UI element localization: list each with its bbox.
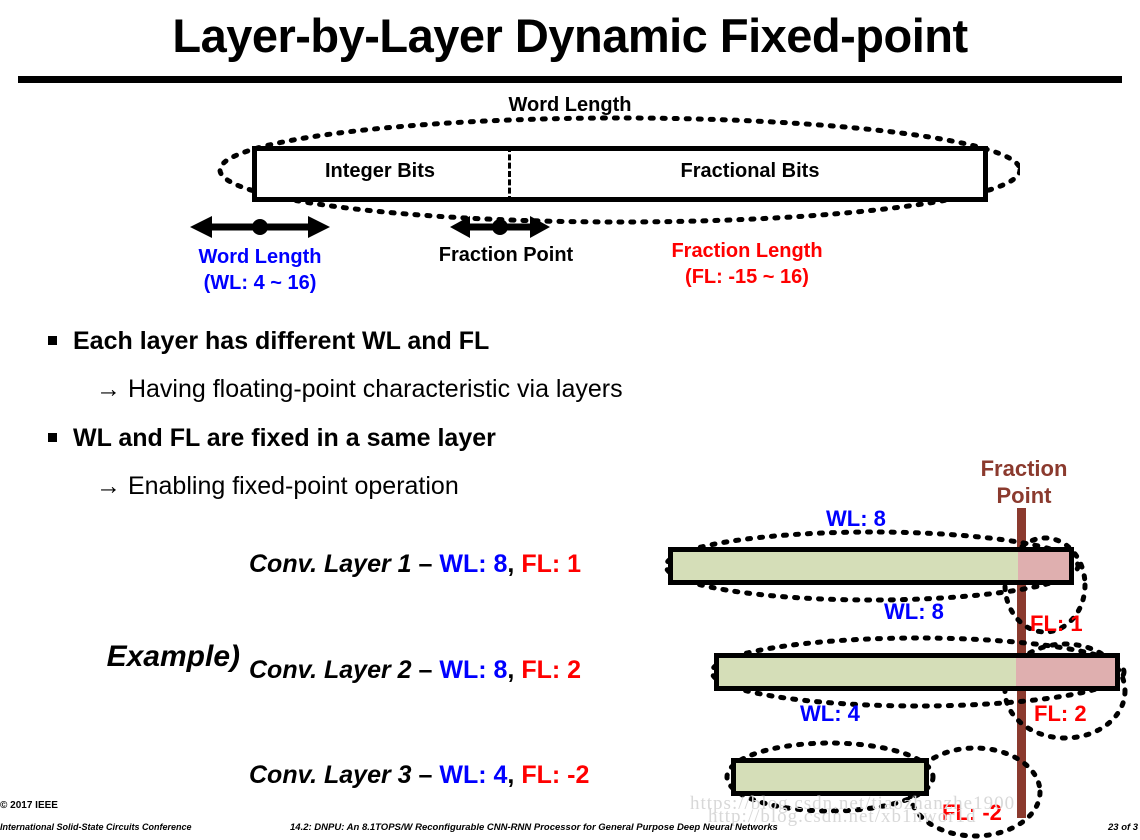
fraction-point-divider (508, 146, 511, 202)
fraction-length-caption-line1: Fraction Length (671, 240, 823, 262)
bar-row-3 (731, 758, 929, 796)
conv-layer-2-dash: – (411, 656, 440, 684)
fraction-length-range-caption: Fraction Length (FL: -15 ~ 16) (622, 238, 872, 290)
conv-layer-3-comma: , (507, 761, 522, 789)
conv-layer-2-wl: WL: 8 (439, 656, 508, 684)
conv-layer-1-comma: , (507, 550, 522, 578)
integer-bits-label: Integer Bits (324, 160, 436, 182)
page-title: Layer-by-Layer Dynamic Fixed-point (172, 9, 968, 62)
conv-layer-3-line: Conv. Layer 3 – WL: 4, FL: -2 (249, 761, 589, 790)
conv-layer-1-fl: FL: 1 (521, 550, 582, 578)
bar-row-2 (714, 653, 1120, 691)
bar-2-wl-tag: WL: 8 (884, 599, 944, 624)
bar-1-fraction-part (1017, 552, 1069, 580)
conv-layer-3-wl: WL: 4 (439, 761, 508, 789)
fraction-point-title-line2: Point (996, 483, 1052, 508)
bar-3-wl-tag: WL: 4 (800, 701, 860, 726)
bar-2-integer-part (719, 658, 1016, 686)
conv-layer-1-dash: – (411, 550, 440, 578)
bullet-item-3-text: WL and FL are fixed in a same layer (73, 424, 496, 452)
conv-layer-3-fl: FL: -2 (521, 761, 590, 789)
word-length-caption-line1: Word Length (198, 246, 322, 268)
example-label: Example) (106, 640, 240, 673)
fraction-point-title-line1: Fraction (980, 456, 1068, 481)
bullet-item-1-text: Each layer has different WL and FL (73, 327, 490, 355)
conv-layer-3-dash: – (411, 761, 440, 789)
word-length-caption-line2: (WL: 4 ~ 16) (203, 272, 317, 294)
bar-1-wl-tag: WL: 8 (826, 506, 886, 531)
conv-layer-1-line: Conv. Layer 1 – WL: 8, FL: 1 (249, 550, 581, 579)
bar-3-integer-part (736, 763, 924, 791)
fraction-length-caption-line2: (FL: -15 ~ 16) (685, 266, 809, 288)
bar-row-1 (668, 547, 1074, 585)
bullet-square-icon (48, 432, 57, 442)
fractional-bits-label: Fractional Bits (680, 160, 820, 182)
bar-2-fraction-part (1016, 658, 1115, 686)
conv-layer-1-wl: WL: 8 (439, 550, 508, 578)
bullet-square-icon (48, 335, 57, 345)
bar-1-integer-part (673, 552, 1018, 580)
bullet-item-2: → Having floating-point characteristic v… (96, 375, 623, 403)
title-divider (18, 76, 1122, 83)
conv-layer-2-name: Conv. Layer 2 (249, 656, 412, 684)
word-length-range-caption: Word Length (WL: 4 ~ 16) (140, 244, 380, 296)
word-length-arrow-icon (190, 216, 330, 238)
conv-layer-1-name: Conv. Layer 1 (249, 550, 412, 578)
bar-1-fl-tag: FL: 1 (1030, 611, 1083, 636)
conv-layer-2-line: Conv. Layer 2 – WL: 8, FL: 2 (249, 656, 581, 685)
bullet-item-3: WL and FL are fixed in a same layer (48, 424, 496, 453)
bullet-item-1: Each layer has different WL and FL (48, 327, 489, 356)
fraction-point-arrow-icon (450, 216, 550, 238)
copyright-notice: © 2017 IEEE (0, 800, 58, 811)
bullet-item-4: → Enabling fixed-point operation (96, 472, 459, 500)
fraction-point-caption: Fraction Point (438, 244, 574, 266)
bar-2-fl-tag: FL: 2 (1034, 701, 1087, 726)
conv-layer-2-comma: , (507, 656, 522, 684)
fraction-point-title: Fraction Point (950, 455, 1098, 509)
footer-paper-title: 14.2: DNPU: An 8.1TOPS/W Reconfigurable … (290, 822, 778, 833)
conv-layer-2-fl: FL: 2 (521, 656, 582, 684)
footer-page-number: 23 of 3 (1108, 822, 1139, 833)
conv-layer-3-name: Conv. Layer 3 (249, 761, 412, 789)
